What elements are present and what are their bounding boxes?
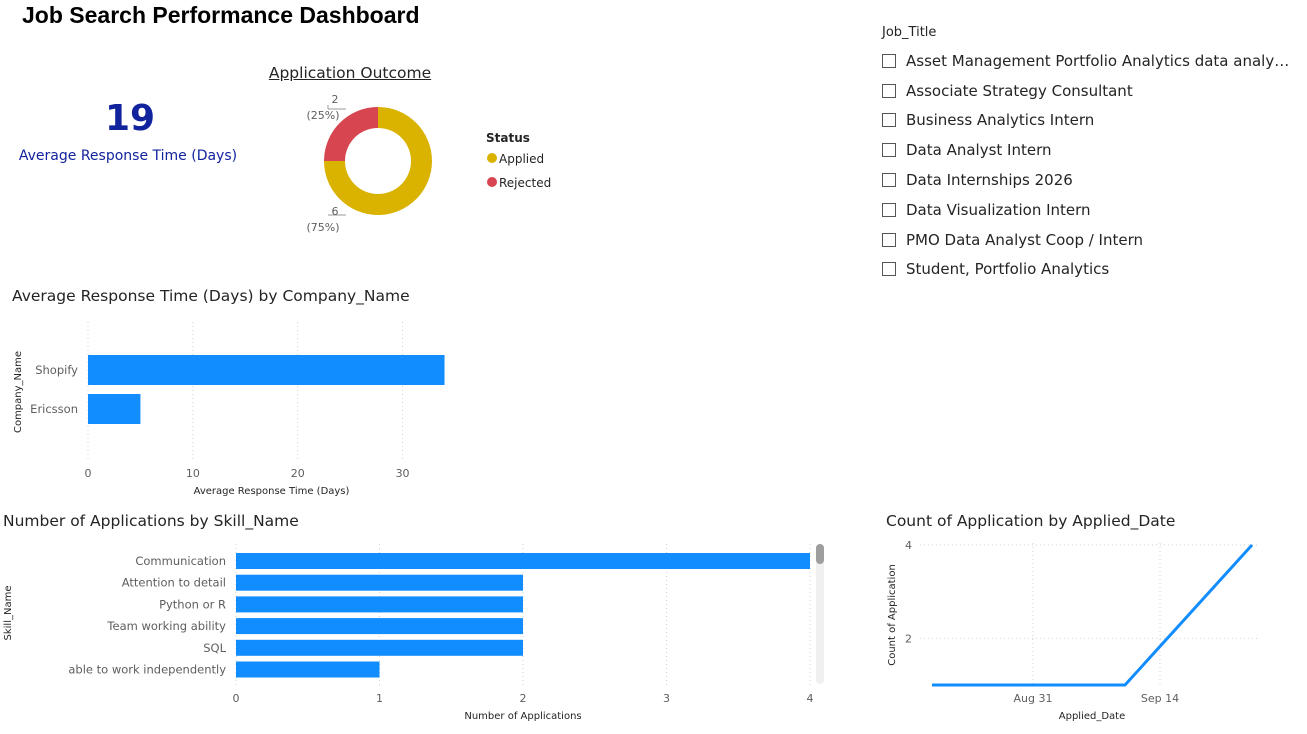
slicer-item[interactable]: Data Internships 2026 (882, 165, 1302, 195)
checkbox[interactable] (882, 53, 896, 68)
checkbox[interactable] (882, 83, 896, 98)
y-tick-label: 4 (905, 539, 912, 552)
bar[interactable] (88, 394, 141, 424)
label-rejected-count: 2 (332, 93, 339, 106)
dashboard-title: Job Search Performance Dashboard (22, 2, 420, 28)
date-line-chart[interactable]: 2 4 Aug 31 Sep 14 Applied_Date Count of Appli… (880, 535, 1280, 730)
slicer-item[interactable]: Student, Portfolio Analytics (882, 255, 1302, 285)
legend-marker-applied (487, 153, 497, 163)
slicer-item[interactable]: Associate Strategy Consultant (882, 76, 1302, 106)
slicer-header: Job_Title (882, 25, 937, 40)
category-label: able to work independently (68, 663, 226, 677)
legend-label-applied[interactable]: Applied (499, 152, 544, 166)
legend-label-rejected[interactable]: Rejected (499, 176, 551, 190)
bar[interactable] (236, 596, 523, 613)
checkbox[interactable] (882, 202, 896, 217)
category-label: Ericsson (30, 402, 78, 416)
category-label: SQL (203, 641, 226, 655)
y-axis-title: Company_Name (13, 351, 24, 433)
x-axis-title: Applied_Date (1059, 711, 1126, 722)
x-tick-label: Sep 14 (1141, 692, 1179, 705)
slicer-item[interactable]: Asset Management Portfolio Analytics dat… (882, 46, 1302, 76)
kpi-value: 19 (104, 98, 156, 139)
slicer-item-label: Associate Strategy Consultant (906, 81, 1133, 100)
label-applied-count: 6 (332, 205, 339, 218)
company-bar-chart[interactable]: 0 10 20 30 Shopify Ericsson Average Response T… (0, 310, 460, 500)
bar[interactable] (236, 639, 523, 656)
slicer-item-label: PMO Data Analyst Coop / Intern (906, 230, 1144, 249)
bar[interactable] (88, 355, 445, 385)
x-tick-label: 3 (663, 692, 670, 705)
date-chart-title: Count of Application by Applied_Date (886, 512, 1176, 530)
x-tick-label: 4 (807, 692, 814, 705)
x-axis-title: Average Response Time (Days) (194, 486, 350, 497)
donut-chart-title: Application Outcome (268, 64, 432, 82)
checkbox[interactable] (882, 262, 896, 277)
slicer-item-label: Student, Portfolio Analytics (906, 260, 1110, 279)
donut-chart[interactable]: 2 (25%) 6 (75%) Status Applied Rejected (290, 85, 570, 245)
skill-chart-scroll-thumb[interactable] (816, 544, 824, 564)
slicer-item[interactable]: PMO Data Analyst Coop / Intern (882, 225, 1302, 255)
kpi-label: Average Response Time (Days) (18, 148, 238, 164)
slicer-item-label: Data Analyst Intern (906, 141, 1052, 160)
x-tick-label: 1 (376, 692, 383, 705)
x-tick-label: Aug 31 (1014, 692, 1053, 705)
x-axis-title: Number of Applications (464, 711, 581, 722)
skill-bar-chart[interactable]: 0 1 2 3 4 Communication Attention to detail Pyt… (0, 540, 830, 730)
checkbox[interactable] (882, 173, 896, 188)
slicer-item[interactable]: Business Analytics Intern (882, 106, 1302, 136)
x-tick-label: 10 (186, 467, 200, 480)
category-label: Team working ability (106, 619, 226, 633)
bar[interactable] (236, 618, 523, 635)
job-title-slicer: Asset Management Portfolio Analytics dat… (882, 46, 1302, 284)
slicer-item-label: Data Visualization Intern (906, 200, 1091, 219)
skill-chart-title: Number of Applications by Skill_Name (3, 512, 299, 530)
checkbox[interactable] (882, 143, 896, 158)
skill-chart-scrollbar[interactable] (816, 544, 824, 684)
label-rejected-pct: (25%) (306, 109, 339, 122)
y-axis-title: Count of Application (887, 564, 898, 666)
x-tick-label: 20 (291, 467, 305, 480)
legend-marker-rejected (487, 177, 497, 187)
x-tick-label: 30 (396, 467, 410, 480)
category-label: Shopify (35, 363, 78, 377)
slicer-item-label: Asset Management Portfolio Analytics dat… (906, 51, 1296, 70)
category-label: Python or R (159, 597, 226, 611)
x-tick-label: 2 (520, 692, 527, 705)
x-tick-label: 0 (85, 467, 92, 480)
slicer-item[interactable]: Data Analyst Intern (882, 135, 1302, 165)
label-applied-pct: (75%) (306, 221, 339, 234)
company-chart-title: Average Response Time (Days) by Company_… (12, 287, 410, 305)
category-label: Communication (135, 554, 226, 568)
bar[interactable] (236, 553, 810, 569)
legend-title: Status (486, 131, 530, 145)
y-tick-label: 2 (905, 632, 912, 645)
slicer-item-label: Data Internships 2026 (906, 171, 1073, 190)
checkbox[interactable] (882, 232, 896, 247)
y-axis-title: Skill_Name (3, 586, 14, 641)
bar[interactable] (236, 661, 380, 678)
slicer-item-label: Business Analytics Intern (906, 111, 1095, 130)
x-tick-label: 0 (233, 692, 240, 705)
series-line[interactable] (932, 543, 1254, 687)
bar[interactable] (236, 574, 523, 591)
category-label: Attention to detail (122, 576, 226, 590)
slicer-item[interactable]: Data Visualization Intern (882, 195, 1302, 225)
checkbox[interactable] (882, 113, 896, 128)
